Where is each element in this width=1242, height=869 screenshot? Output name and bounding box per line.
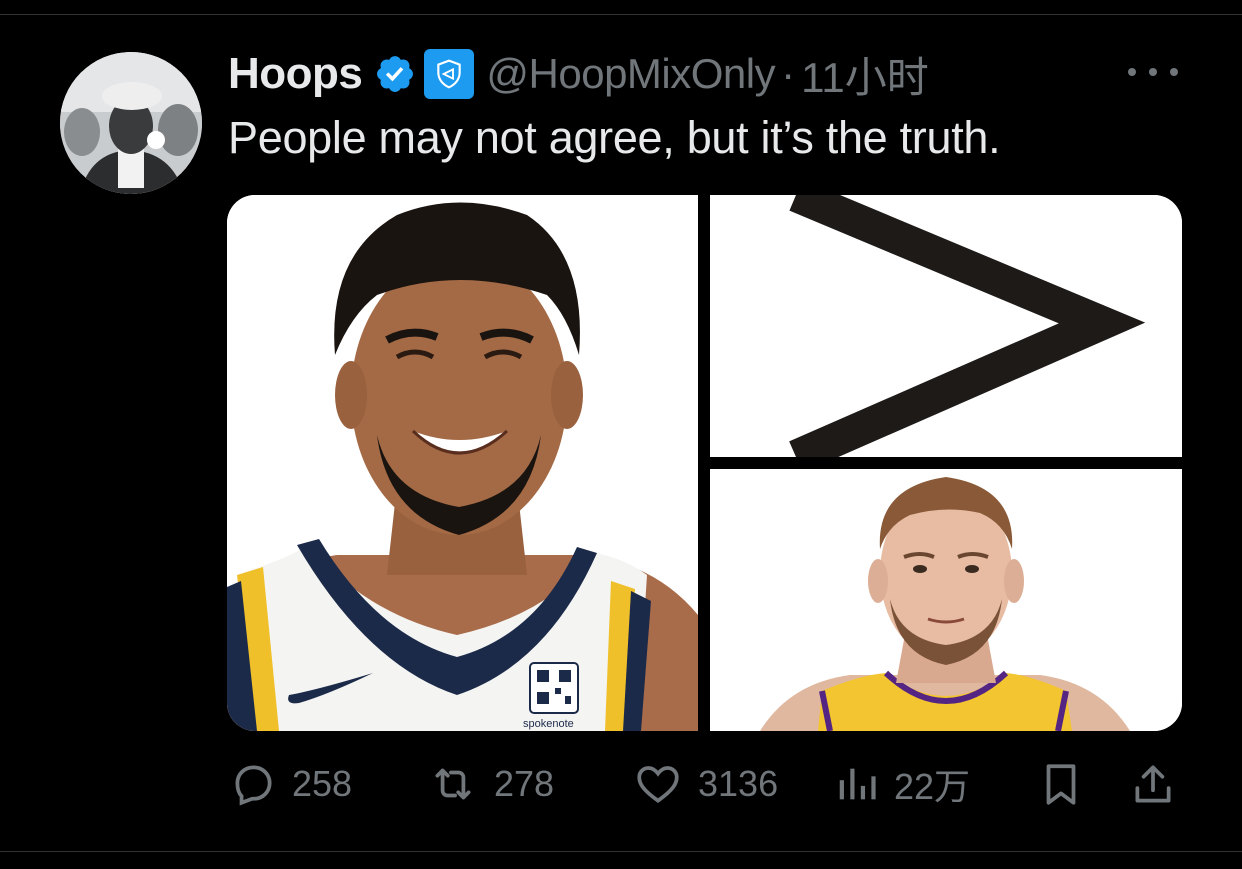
views-icon bbox=[839, 768, 876, 800]
player-right-illustration bbox=[710, 469, 1182, 731]
jersey-sponsor-text: spokenote bbox=[523, 718, 574, 730]
media-image-greater-than[interactable] bbox=[710, 195, 1182, 457]
share-icon bbox=[1135, 765, 1171, 803]
like-count: 3136 bbox=[698, 763, 779, 804]
tweet-media-grid: spokenote bbox=[227, 195, 1182, 731]
tweet-text: People may not agree, but it’s the truth… bbox=[228, 112, 1001, 163]
avatar-image bbox=[60, 52, 202, 194]
share-button[interactable] bbox=[1128, 756, 1178, 812]
retweet-button[interactable]: 278 bbox=[426, 756, 554, 812]
reply-count: 258 bbox=[292, 763, 353, 804]
top-divider bbox=[0, 14, 1242, 15]
author-handle[interactable]: @HoopMixOnly bbox=[486, 50, 775, 98]
government-badge-icon bbox=[424, 49, 475, 99]
media-image-player-left[interactable]: spokenote bbox=[227, 195, 698, 731]
tweet-action-bar: 258 278 3136 22万 bbox=[228, 756, 1178, 812]
like-button[interactable]: 3136 bbox=[632, 756, 778, 812]
reply-button[interactable]: 258 bbox=[228, 756, 352, 812]
bookmark-icon bbox=[1046, 764, 1076, 805]
bottom-divider bbox=[0, 851, 1242, 852]
tweet-header: Hoops @HoopMixOnly · 11小时 bbox=[228, 48, 929, 101]
bookmark-button[interactable] bbox=[1036, 756, 1086, 812]
retweet-icon bbox=[435, 768, 471, 800]
retweet-count: 278 bbox=[494, 763, 555, 804]
media-image-player-right[interactable] bbox=[710, 469, 1182, 731]
views-button[interactable]: 22万 bbox=[834, 756, 970, 812]
views-count: 22万 bbox=[894, 766, 971, 807]
verified-badge-icon bbox=[377, 56, 414, 92]
like-icon bbox=[637, 766, 679, 803]
greater-than-symbol bbox=[710, 195, 1182, 457]
reply-icon bbox=[235, 765, 272, 806]
player-left-illustration: spokenote bbox=[227, 195, 698, 731]
header-separator: · bbox=[781, 50, 796, 97]
author-avatar[interactable] bbox=[60, 52, 202, 194]
more-options-icon[interactable] bbox=[1128, 60, 1178, 84]
author-name[interactable]: Hoops bbox=[228, 49, 363, 99]
tweet-timestamp[interactable]: 11小时 bbox=[801, 44, 929, 105]
